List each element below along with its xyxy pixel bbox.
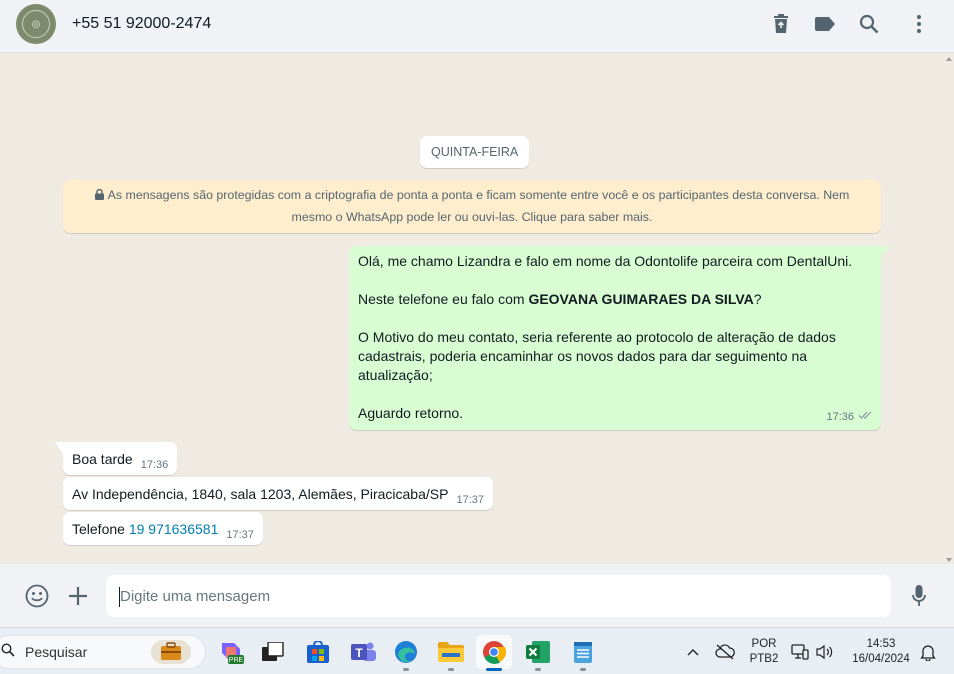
menu-icon[interactable] [907,12,931,36]
copilot-badge: PRE [229,657,244,664]
file-explorer-icon[interactable] [433,635,469,671]
message-text: ? [753,291,762,307]
emoji-icon[interactable] [24,583,50,609]
message-input[interactable] [106,575,891,617]
running-indicator [403,668,409,671]
bold-name: GEOVANA GUIMARAES DA SILVA [528,291,754,307]
scroll-down-arrow[interactable] [946,558,952,562]
keyboard-layout: PTB2 [749,653,779,665]
incoming-message[interactable]: Av Independência, 1840, sala 1203, Alemã… [63,477,493,510]
message-line: atualização; [358,367,433,383]
plus-icon[interactable] [65,583,91,609]
message-line: cadastrais, poderia encaminhar os novos … [358,348,808,364]
message-text: Neste telefone eu falo com [358,291,529,307]
day-divider: QUINTA-FEIRA [420,136,530,168]
message-line: Olá, me chamo Lizandra e falo em nome da… [358,253,853,269]
incoming-message[interactable]: Boa tarde 17:36 [55,442,178,475]
scroll-up-arrow[interactable] [946,57,952,61]
label-icon[interactable] [813,12,837,36]
svg-text:T: T [355,646,363,660]
contact-name[interactable]: +55 51 92000-2474 [72,15,211,33]
task-view-icon[interactable] [255,635,291,669]
message-text-prefix: Telefone [72,521,129,537]
taskbar-search[interactable]: Pesquisar [0,635,206,669]
running-indicator [535,668,541,671]
scrollbar[interactable] [946,53,954,564]
message-line: Aguardo retorno. [358,405,464,421]
message-list[interactable]: QUINTA-FEIRA As mensagens são protegidas… [0,53,954,564]
excel-icon[interactable] [520,635,556,671]
outgoing-message[interactable]: Olá, me chamo Lizandra e falo em nome da… [349,246,889,430]
message-text: Boa tarde [72,451,133,467]
search-label: Pesquisar [25,644,88,660]
language-code: POR [751,638,777,650]
bubble-tail [55,442,63,454]
teams-icon[interactable]: T [345,635,381,669]
language-indicator[interactable]: POR PTB2 [748,637,780,667]
clock-time: 14:53 [866,638,896,650]
store-icon[interactable] [300,635,336,669]
contact-avatar[interactable]: ◎ [16,4,56,44]
running-indicator [580,668,586,671]
message-text: Telefone 19 971636581 [72,521,218,545]
composer [0,564,954,627]
text-caret [119,587,120,607]
avatar-logo: ◎ [22,10,50,38]
message-meta: 17:36 [826,408,873,427]
copilot-icon[interactable]: PRE [213,635,249,669]
os-taskbar: Pesquisar PRE T POR PTB2 14:53 16/04/202… [0,627,954,674]
chrome-icon[interactable] [476,635,512,671]
chevron-up-icon[interactable] [683,642,703,662]
microphone-icon[interactable] [906,583,932,609]
notification-bell-icon[interactable] [918,642,938,662]
notepad-icon[interactable] [565,635,601,671]
message-text: Av Independência, 1840, sala 1203, Alemã… [72,486,449,502]
bubble-tail [881,246,889,258]
message-time: 17:37 [456,494,484,506]
active-indicator [486,668,502,671]
message-line: O Motivo do meu contato, seria referente… [358,329,836,345]
trash-icon[interactable] [769,12,793,36]
clock-date: 16/04/2024 [852,653,910,665]
phone-link[interactable]: 19 971636581 [129,521,219,537]
encryption-notice-text: As mensagens são protegidas com a cripto… [107,188,850,224]
search-icon[interactable] [857,12,881,36]
lock-icon [94,186,104,207]
encryption-notice[interactable]: As mensagens são protegidas com a cripto… [63,180,881,233]
clock[interactable]: 14:53 16/04/2024 [844,637,918,667]
running-indicator [448,668,454,671]
briefcase-icon[interactable] [151,640,191,669]
message-time: 17:37 [226,529,254,541]
chat-header: ◎ +55 51 92000-2474 [0,0,954,53]
message-time: 17:36 [140,459,169,471]
network-icon[interactable] [790,642,810,662]
edge-icon[interactable] [388,635,424,671]
volume-icon[interactable] [815,642,835,662]
incoming-message[interactable]: Telefone 19 971636581 17:37 [63,512,263,545]
double-check-icon [858,408,873,427]
cloud-offline-icon[interactable] [715,642,735,662]
search-icon [1,642,15,662]
message-line: Neste telefone eu falo com GEOVANA GUIMA… [358,290,872,309]
message-time: 17:36 [826,411,854,423]
